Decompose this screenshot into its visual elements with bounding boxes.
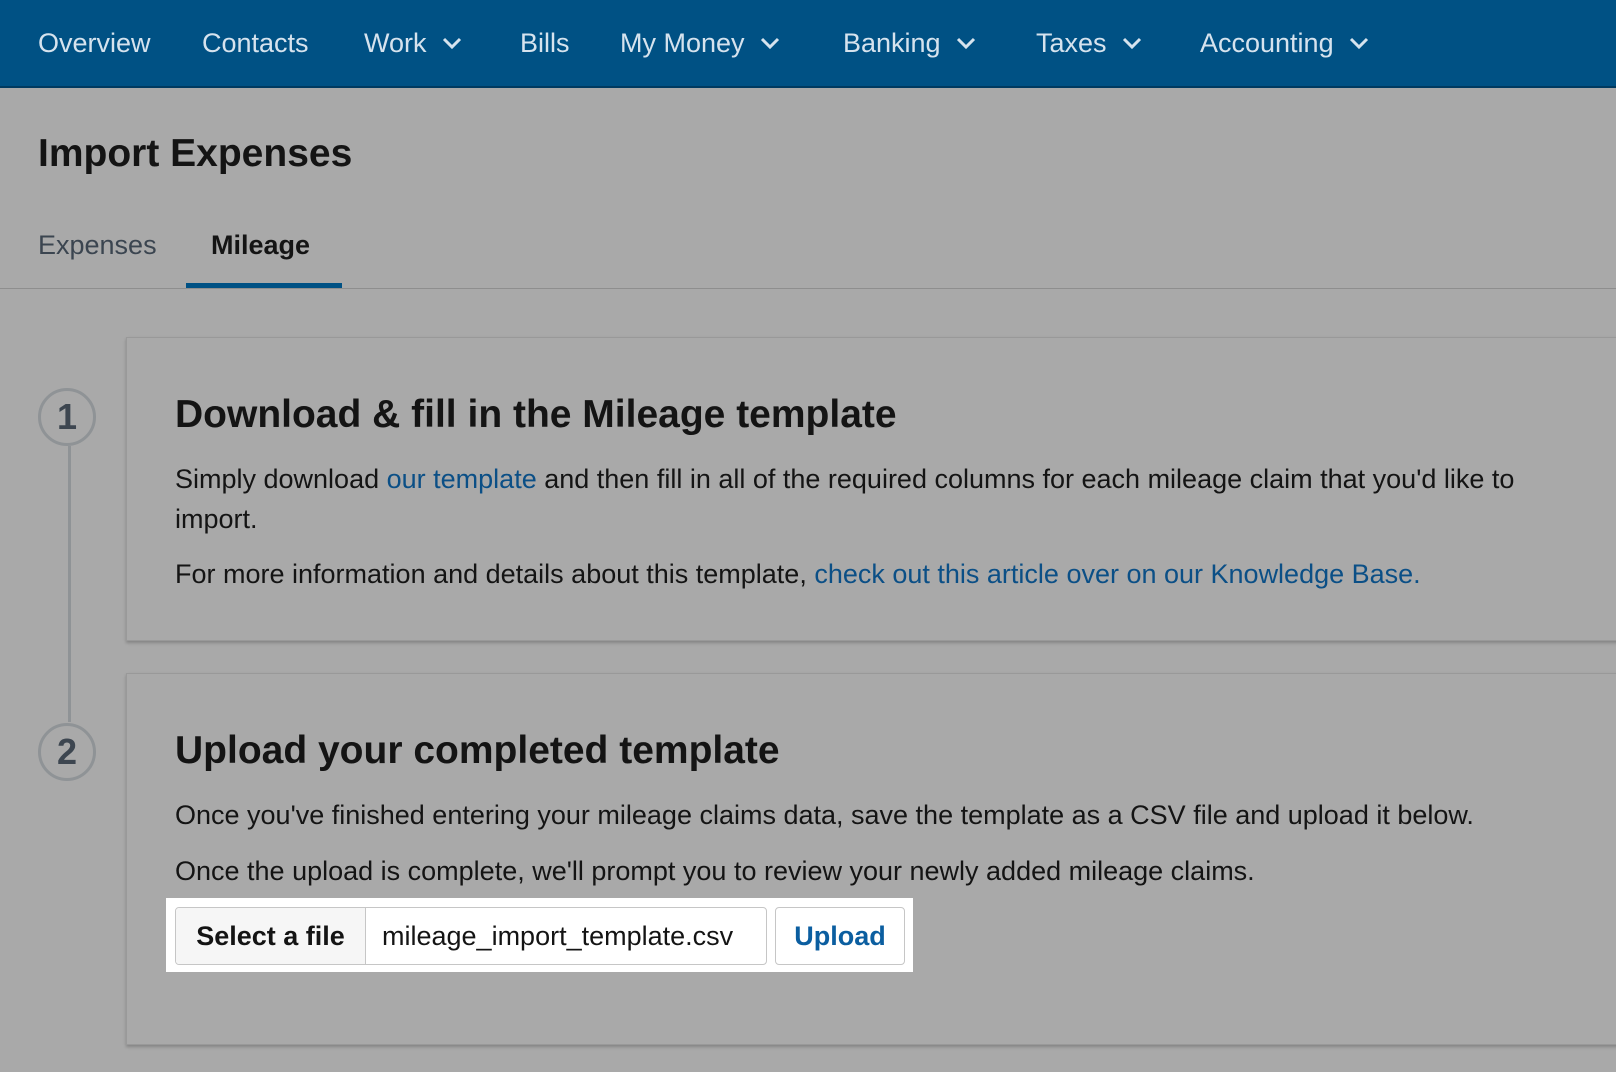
- chevron-down-icon: [760, 37, 779, 50]
- select-file-button[interactable]: Select a file: [176, 908, 366, 964]
- chevron-down-icon: [1122, 37, 1141, 50]
- nav-item-my-money[interactable]: My Money: [620, 0, 781, 86]
- step-title: Download & fill in the Mileage template: [175, 393, 897, 436]
- text-segment: Simply download: [175, 464, 387, 494]
- text-segment: For more information and details about t…: [175, 559, 815, 589]
- step-title: Upload your completed template: [175, 729, 780, 772]
- chevron-down-icon: [956, 37, 975, 50]
- step-description: Once you've finished entering your milea…: [175, 800, 1474, 830]
- step-info: Once the upload is complete, we'll promp…: [175, 856, 1255, 886]
- file-picker: Select a file mileage_import_template.cs…: [175, 907, 767, 965]
- nav-item-label: Taxes: [1036, 27, 1107, 58]
- nav-item-label: Banking: [843, 27, 941, 58]
- step-connector-line: [68, 446, 71, 722]
- chevron-down-icon: [1349, 37, 1368, 50]
- step-card-download: Download & fill in the Mileage template …: [126, 337, 1616, 641]
- nav-item-label: Bills: [520, 27, 570, 58]
- nav-item-label: Accounting: [1200, 27, 1334, 58]
- nav-item-bills[interactable]: Bills: [520, 0, 570, 86]
- nav-item-label: My Money: [620, 27, 745, 58]
- step-description: Simply download our template and then fi…: [175, 459, 1575, 539]
- nav-item-overview[interactable]: Overview: [38, 0, 151, 86]
- step-info: For more information and details about t…: [175, 554, 1575, 594]
- page-title: Import Expenses: [38, 132, 353, 175]
- nav-item-taxes[interactable]: Taxes: [1036, 0, 1143, 86]
- selected-file-name: mileage_import_template.csv: [382, 920, 734, 951]
- nav-item-contacts[interactable]: Contacts: [202, 0, 309, 86]
- nav-item-label: Contacts: [202, 27, 309, 58]
- knowledge-base-link[interactable]: check out this article over on our Knowl…: [814, 559, 1420, 589]
- step-number-badge: 2: [38, 723, 96, 781]
- tab-mileage[interactable]: Mileage: [211, 230, 310, 261]
- chevron-down-icon: [442, 37, 461, 50]
- top-nav: Overview Contacts Work Bills My Money Ba…: [0, 0, 1616, 88]
- step-number-badge: 1: [38, 388, 96, 446]
- template-download-link[interactable]: our template: [387, 464, 537, 494]
- nav-item-label: Work: [364, 27, 427, 58]
- step-card-upload: Upload your completed template Once you'…: [126, 673, 1616, 1045]
- nav-item-work[interactable]: Work: [364, 0, 463, 86]
- upload-button[interactable]: Upload: [775, 907, 905, 965]
- tabs-divider: [0, 288, 1616, 289]
- tab-expenses[interactable]: Expenses: [38, 230, 157, 261]
- nav-item-banking[interactable]: Banking: [843, 0, 977, 86]
- nav-item-accounting[interactable]: Accounting: [1200, 0, 1370, 86]
- nav-item-label: Overview: [38, 27, 151, 58]
